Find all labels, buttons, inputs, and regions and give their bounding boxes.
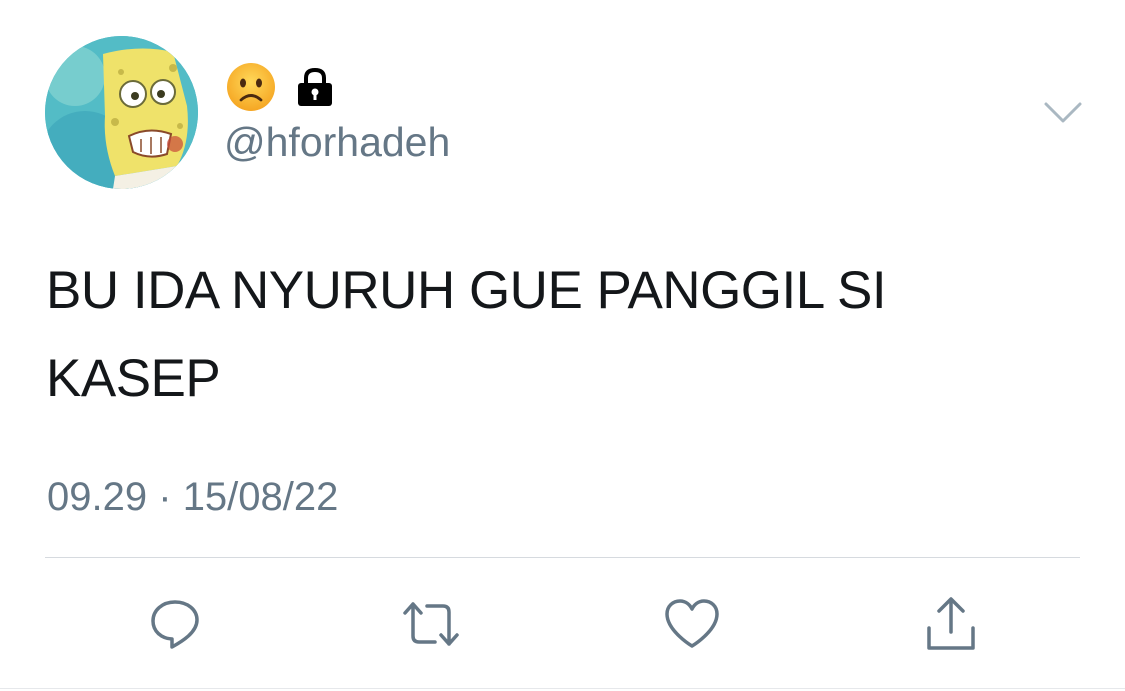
display-name [226,62,336,112]
tweet-date: 15/08/22 [182,475,339,519]
share-button[interactable] [919,592,983,656]
retweet-icon [403,602,459,646]
like-icon [665,599,719,648]
chevron-down-icon[interactable] [1043,97,1083,127]
lock-icon [298,67,332,106]
avatar-image [45,36,198,189]
meta-separator: · [158,475,172,519]
tweet-time: 09.29 [47,475,148,519]
user-handle[interactable]: @hforhadeh [224,118,450,166]
like-button[interactable] [660,592,724,656]
reply-icon [151,600,199,649]
tweet-timestamp[interactable]: 09.29 · 15/08/22 [47,474,338,520]
bottom-divider [0,688,1125,689]
avatar[interactable] [45,36,198,189]
reply-button[interactable] [143,592,207,656]
retweet-button[interactable] [399,592,463,656]
divider [45,557,1080,558]
tweet-text: BU IDA NYURUH GUE PANGGIL SI KASEP [46,261,887,408]
frown-face-icon [227,63,275,111]
share-icon [927,597,975,650]
